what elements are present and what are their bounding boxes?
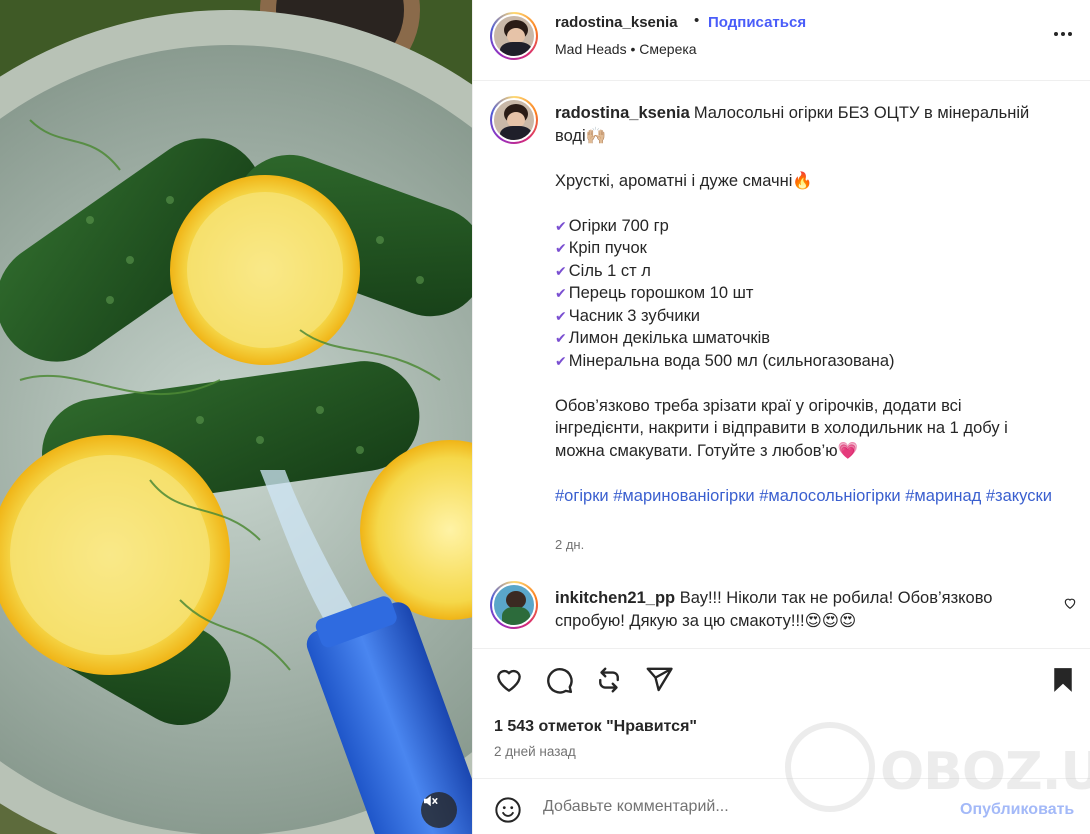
send-icon [646,667,673,692]
author-avatar[interactable] [490,12,538,60]
likes-count[interactable]: 1 543 отметок "Нравится" [494,718,697,736]
publish-button[interactable]: Опубликовать [960,801,1074,819]
audio-track-link[interactable]: Mad Heads • Смерека [555,41,697,57]
separator-dot: • [694,12,700,29]
more-dot [1061,32,1065,36]
comment-item: inkitchen21_pp Вау!!! Ніколи так не роби… [555,587,1045,632]
speaker-muted-icon [424,795,438,807]
more-horizontal-icon [1054,32,1058,36]
comment-input[interactable] [543,794,943,820]
ingredient-list: ✔ Огірки 700 гр ✔ Кріп пучок ✔ Сіль 1 ст л … [555,215,1055,373]
post-actions: 1 543 отметок "Нравится" 2 дней назад [473,648,1090,778]
emoji-icon [495,797,521,823]
hashtag-link[interactable]: #закуски [986,487,1052,505]
hashtag-link[interactable]: #огірки [555,487,609,505]
ingredient-item: ✔ Сіль 1 ст л [555,261,651,280]
check-icon: ✔ [555,240,567,256]
heart-icon [1064,598,1076,609]
ingredient-item: ✔ Мінеральна вода 500 мл (сильногазована) [555,351,895,370]
hashtag-link[interactable]: #маринад [905,487,981,505]
check-icon: ✔ [555,330,567,346]
comment-button[interactable] [544,665,574,700]
commenter-avatar[interactable] [490,581,538,629]
comment-icon [547,668,573,694]
bookmark-icon [1054,668,1072,692]
emoji-button[interactable] [494,796,522,829]
follow-button[interactable]: Подписаться [708,14,806,31]
comment-author[interactable]: inkitchen21_pp [555,589,675,607]
ingredient-item: ✔ Часник 3 зубчики [555,306,701,325]
check-icon: ✔ [555,285,567,301]
check-icon: ✔ [555,217,567,234]
share-button[interactable] [644,665,674,700]
ingredient-item: ✔ Кріп пучок [555,239,647,257]
repost-button[interactable] [594,665,624,700]
like-button[interactable] [494,665,524,700]
post-date[interactable]: 2 дней назад [494,744,576,759]
comment-like-button[interactable] [1063,596,1077,615]
hashtag-link[interactable]: #маринованіогірки [613,487,754,505]
caption-author-avatar[interactable] [490,96,538,144]
check-icon: ✔ [555,352,567,369]
hashtag-list: #огірки #маринованіогірки #малосольніогі… [555,485,1055,508]
post-photo [0,0,472,834]
more-options-button[interactable] [1048,22,1078,46]
ingredient-item: ✔ Перець горошком 10 шт [555,284,754,302]
heart-icon [497,669,521,692]
ingredient-item: ✔ Огірки 700 гр [555,216,669,235]
caption-author[interactable]: radostina_ksenia [555,104,690,122]
caption-timestamp[interactable]: 2 дн. [555,537,584,552]
more-dot [1068,32,1072,36]
post-header: radostina_ksenia • Подписаться Mad Heads… [473,0,1090,81]
author-username[interactable]: radostina_ksenia [555,14,678,31]
save-button[interactable] [1048,665,1078,700]
post-side-panel: radostina_ksenia • Подписаться Mad Heads… [472,0,1090,834]
mute-button[interactable] [421,792,457,828]
ingredient-item: ✔ Лимон декілька шматочків [555,329,771,347]
repost-icon [599,667,619,693]
check-icon: ✔ [555,262,567,279]
post-media[interactable] [0,0,472,834]
comments-scroll-area[interactable]: radostina_ksenia Малосольні огірки БЕЗ ОЦ… [473,82,1090,648]
caption-instructions: Обов’язково треба зрізати краї у огірочк… [555,396,1008,460]
check-icon: ✔ [555,307,567,324]
caption-tagline: Хрусткі, ароматні і дуже смачні🔥 [555,171,813,190]
hashtag-link[interactable]: #малосольніогірки [759,487,900,505]
post-caption: radostina_ksenia Малосольні огірки БЕЗ ОЦ… [555,102,1055,507]
comment-composer: Опубликовать [473,778,1090,834]
